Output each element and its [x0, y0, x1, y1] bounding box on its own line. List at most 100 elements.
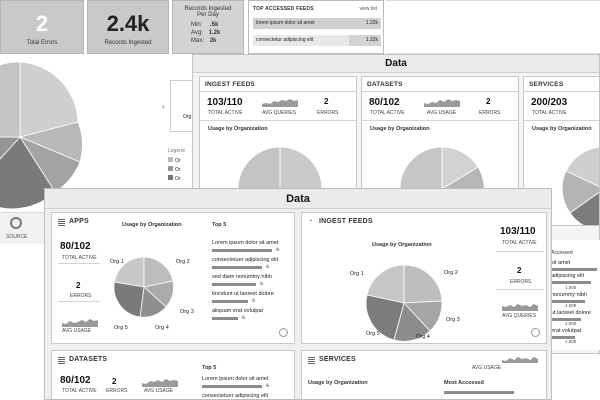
apps-active-label: TOTAL ACTIVE [62, 255, 97, 261]
source-label: SOURCE [6, 234, 28, 240]
middle-ingest-title: INGEST FEEDS [205, 81, 256, 88]
middle-services-title: SERVICES [529, 81, 564, 88]
right-edge-item[interactable]: adipiscing elit [551, 273, 584, 279]
ingest-feeds-card[interactable]: ◔ INGEST FEEDS Usage by Organization Org… [301, 212, 547, 344]
right-edge-value: 1,000 [565, 303, 577, 308]
legend-item: Or [175, 176, 181, 182]
records-ingested-value: 2.4k [106, 11, 150, 36]
middle-title: Data [193, 55, 599, 73]
ingest-queries-sparkline [502, 304, 538, 311]
right-edge-title: Accessed [551, 250, 573, 256]
apps-top5-item[interactable]: Lorem ipsum dolor sit amet [212, 240, 278, 246]
middle-services-usage-title: Usage by Organization [532, 126, 592, 132]
avg-label: Avg: [191, 30, 203, 36]
globe-icon[interactable] [10, 217, 22, 229]
right-edge-list: Accessed sit amet adipiscing elit 1,000 … [548, 240, 600, 350]
apps-org-label: Org 5 [114, 325, 128, 331]
middle-ingest-errors: 2 [324, 97, 329, 106]
avg-value: 1.2k [208, 30, 221, 36]
datasets-top5-unit: /k [266, 383, 270, 388]
middle-datasets-sparkline [424, 99, 460, 107]
min-label: Min: [191, 22, 203, 28]
records-ingested-caption: Records Ingested [104, 40, 152, 46]
datasets-active-label: TOTAL ACTIVE [62, 388, 97, 394]
total-errors-tile[interactable]: 2 Total Errors [0, 0, 84, 54]
min-value: .5k [210, 22, 219, 28]
feed-row-name: consectetur adipiscing elit [256, 37, 314, 43]
datasets-card[interactable]: DATASETS 80/102 TOTAL ACTIVE 2 ERRORS AV… [51, 350, 295, 399]
datasets-usage-sparkline [142, 379, 178, 387]
right-edge-item[interactable]: ut laoreet dolore [551, 310, 591, 316]
max-label: Max: [191, 38, 205, 44]
search-icon[interactable] [531, 328, 540, 337]
apps-top5-item[interactable]: sed diam nonummy nibh [212, 274, 272, 280]
right-edge-item[interactable]: erat volutpat [551, 328, 581, 334]
right-edge-item[interactable]: sit amet [551, 260, 570, 266]
back-right-panel [386, 0, 600, 54]
legend-swatch [168, 166, 173, 171]
feed-row[interactable]: consectetur adipiscing elit 1.32k [253, 35, 381, 46]
middle-ingest-queries-label: AVG QUERIES [262, 110, 297, 116]
legend-swatch [168, 157, 173, 162]
apps-pie-org-5 [114, 281, 145, 318]
apps-top5-item[interactable]: tincidunt ut laoreet dolore [212, 291, 274, 297]
datasets-top5-title: Top 5 [202, 365, 217, 371]
grid-icon [308, 357, 315, 364]
datasets-top5-item[interactable]: Lorem ipsum dolor sit amet [202, 376, 268, 382]
feed-row[interactable]: lorem ipsum dolor sit amet 1.32k [253, 18, 381, 29]
apps-usage-label: AVG USAGE [62, 328, 92, 334]
services-usage-label: AVG USAGE [472, 365, 502, 371]
datasets-active: 80/102 [60, 375, 91, 386]
back-collapse-arrow[interactable]: ‹ [162, 102, 165, 111]
total-errors-caption: Total Errors [26, 40, 58, 46]
datasets-top5-item[interactable]: consectetuer adipiscing elit [202, 393, 268, 399]
top-accessed-feeds-title: TOP ACCESSED FEEDS [253, 6, 314, 12]
ingest-org-label: Org 4 [416, 334, 430, 340]
legend-swatch [168, 175, 173, 180]
ingest-feeds-title: INGEST FEEDS [319, 218, 373, 225]
records-ingested-tile[interactable]: 2.4k Records Ingested [87, 0, 169, 54]
middle-datasets-active-label: TOTAL ACTIVE [370, 110, 405, 116]
back-org-box: Org [170, 80, 194, 132]
middle-services-active-label: TOTAL ACTIVE [532, 110, 567, 116]
middle-ingest-usage-title: Usage by Organization [208, 126, 268, 132]
records-per-day-title-2: Per Day [197, 12, 219, 18]
ingest-pie-org-2 [403, 264, 443, 304]
records-per-day-tile[interactable]: Records Ingested Per Day Min: .5k Avg: 1… [172, 0, 244, 54]
search-icon[interactable] [279, 328, 288, 337]
front-dashboard: Data APPS 80/102 TOTAL ACTIVE 2 ERRORS A… [44, 188, 552, 400]
services-title: SERVICES [319, 356, 356, 363]
apps-top5-item[interactable]: consectetuer adipiscing elit [212, 257, 278, 263]
rss-icon: ◔ [308, 218, 313, 225]
services-most-accessed-title: Most Accessed [444, 380, 484, 386]
apps-usage-title: Usage by Organization [122, 222, 182, 228]
apps-top5-title: Top 5 [212, 222, 227, 228]
middle-datasets-active: 80/102 [369, 97, 400, 108]
middle-ingest-errors-label: ERRORS [317, 110, 339, 116]
grid-icon [58, 357, 65, 364]
ingest-org-label: Org 2 [444, 270, 458, 276]
apps-top5-unit: /k [260, 281, 264, 286]
apps-top5-unit: /k [242, 315, 246, 320]
ingest-org-label: Org 3 [446, 317, 460, 323]
ingest-errors: 2 [517, 266, 522, 275]
ingest-org-label: Org 5 [366, 331, 380, 337]
apps-top5-item[interactable]: aliquam erat volutpat [212, 308, 263, 314]
back-org-label: Org [183, 114, 192, 120]
middle-services-pie [561, 146, 599, 225]
apps-errors: 2 [76, 281, 81, 290]
ingest-usage-title: Usage by Organization [372, 242, 432, 248]
back-legend: Legend Or Or Or [168, 148, 194, 188]
feed-row-value: 1.32k [365, 20, 378, 26]
view-list-link[interactable]: view list [359, 6, 377, 12]
middle-services-active: 200/203 [531, 97, 568, 108]
services-usage-sparkline [502, 357, 538, 363]
right-edge-value: 1,000 [565, 285, 577, 290]
apps-top5-unit: /k [252, 298, 256, 303]
services-card[interactable]: SERVICES AVG USAGE Usage by Organization… [301, 350, 547, 399]
right-edge-item[interactable]: nonummy nibh [551, 292, 587, 298]
apps-top5-unit: /k [266, 264, 270, 269]
back-bottom-strip: SOURCE [0, 212, 44, 244]
apps-card[interactable]: APPS 80/102 TOTAL ACTIVE 2 ERRORS AVG US… [51, 212, 295, 344]
middle-datasets-errors-label: ERRORS [479, 110, 501, 116]
